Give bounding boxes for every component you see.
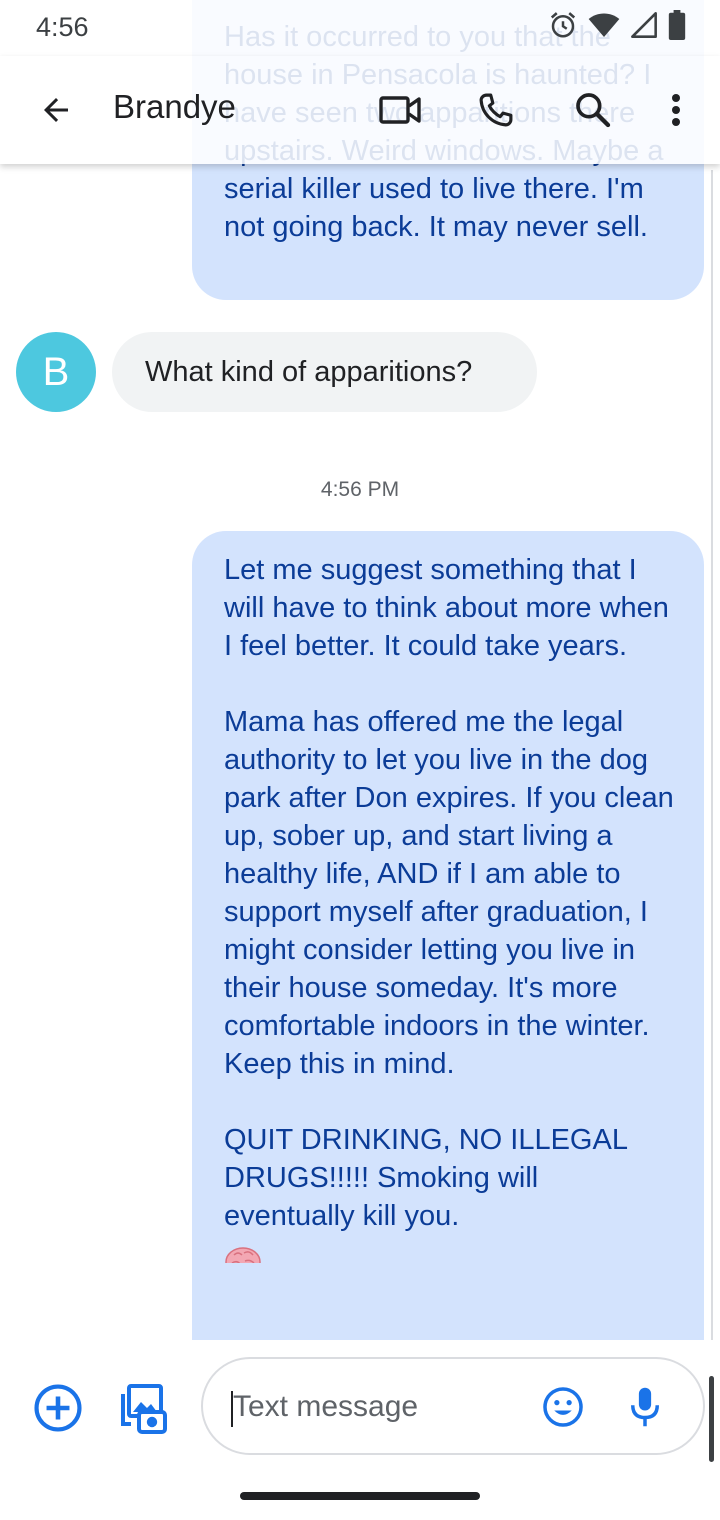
voice-input-button[interactable] [627,1385,663,1429]
incoming-message-text: What kind of apparitions? [145,355,473,388]
search-button[interactable] [568,84,618,136]
scroll-track [711,170,713,1340]
brain-emoji-icon [224,1241,262,1263]
message-input[interactable] [233,1387,533,1427]
wifi-icon [588,13,620,37]
message-input-container[interactable] [201,1357,705,1455]
avatar[interactable]: B [16,332,96,412]
emoji-button[interactable] [541,1385,585,1429]
paragraph-spacer [224,665,674,703]
battery-icon [668,10,686,40]
more-options-button[interactable] [658,84,694,136]
gallery-button[interactable] [114,1381,168,1435]
cell-signal-icon [631,12,657,38]
gesture-nav-handle[interactable] [240,1492,480,1500]
emoji-icon [543,1387,583,1427]
message-paragraph: Mama has offered me the legal authority … [224,706,682,1080]
add-attachment-button[interactable] [33,1383,83,1433]
message-paragraph: Let me suggest something that I will hav… [224,554,677,662]
search-icon [576,93,611,128]
incoming-message-bubble[interactable]: What kind of apparitions? [112,332,537,412]
message-paragraph: QUIT DRINKING, NO ILLEGAL DRUGS!!!!! Smo… [224,1124,635,1232]
alarm-icon [550,12,576,38]
more-vert-icon [672,94,680,126]
contact-name[interactable]: Brandye [113,88,236,126]
avatar-letter: B [42,349,70,394]
video-call-button[interactable] [376,86,424,134]
phone-icon [479,93,513,127]
conversation-list[interactable]: Has it occurred to you that the house in… [0,0,720,1340]
gallery-camera-icon [121,1384,167,1434]
scrollbar-thumb[interactable] [709,1376,714,1462]
mic-icon [631,1387,659,1427]
back-button[interactable] [30,84,82,136]
outgoing-message-bubble[interactable]: Let me suggest something that I will hav… [192,531,704,1340]
app-bar: Brandye [0,56,720,164]
status-bar: 4:56 [0,0,720,56]
back-arrow-icon [44,98,68,122]
video-call-icon [379,96,421,124]
message-timestamp: 4:56 PM [320,478,400,501]
status-icons [548,10,686,40]
add-icon [34,1384,82,1432]
status-time: 4:56 [36,12,89,42]
paragraph-spacer [224,1083,674,1121]
voice-call-button[interactable] [472,84,520,136]
